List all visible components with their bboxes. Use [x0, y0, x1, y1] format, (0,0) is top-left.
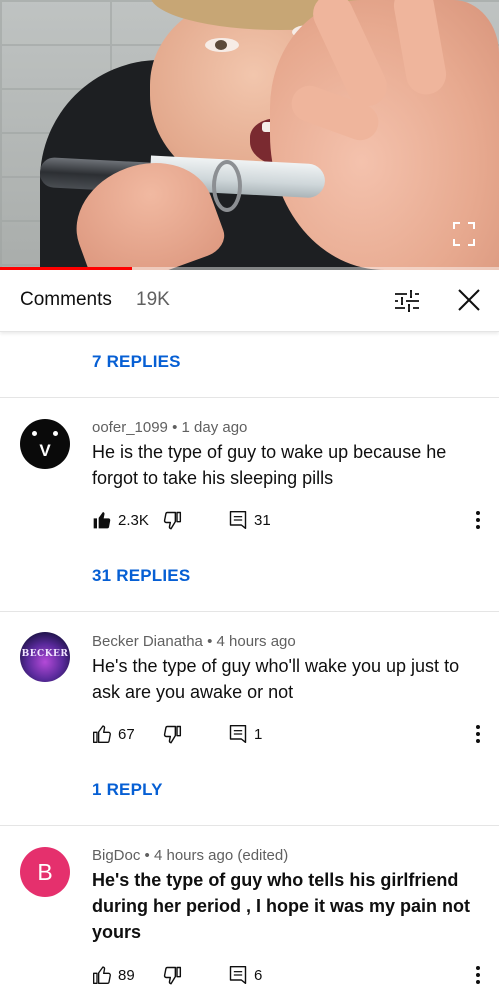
- view-replies-link[interactable]: 7 REPLIES: [92, 352, 181, 372]
- avatar-logo: BECKER: [21, 649, 69, 659]
- thumbs-up-icon: [93, 725, 111, 743]
- avatar-letter: V: [39, 441, 51, 460]
- comment-author[interactable]: Becker Dianatha: [92, 633, 203, 650]
- reply-button[interactable]: 31: [228, 508, 271, 532]
- reply-count: 31: [254, 511, 271, 529]
- thumbs-down-icon: [163, 966, 182, 985]
- reply-icon: [229, 724, 247, 744]
- comment-text: He is the type of guy to wake up because…: [92, 442, 447, 488]
- comment-meta: Becker Dianatha • 4 hours ago: [92, 633, 296, 650]
- reply-icon: [229, 510, 247, 530]
- like-count: 2.3K: [118, 511, 149, 529]
- meta-separator: •: [144, 847, 150, 864]
- like-count: 67: [118, 725, 135, 743]
- video-ring: [212, 160, 242, 212]
- comment-author[interactable]: oofer_1099: [92, 419, 168, 436]
- comment-meta: oofer_1099 • 1 day ago: [92, 419, 247, 436]
- comment-divider: [0, 397, 499, 398]
- fullscreen-icon[interactable]: [453, 222, 475, 246]
- like-button[interactable]: 89: [92, 963, 135, 987]
- more-vert-icon[interactable]: [468, 723, 488, 745]
- avatar[interactable]: V: [20, 419, 70, 469]
- comment-text: He's the type of guy who'll wake you up …: [92, 656, 460, 702]
- comment-actions: 89 6: [92, 963, 492, 987]
- comments-header: Comments 19K: [0, 270, 499, 332]
- thumbs-up-icon: [93, 966, 111, 984]
- reply-button[interactable]: 6: [228, 963, 262, 987]
- reply-button[interactable]: 1: [228, 722, 262, 746]
- video-player[interactable]: [0, 0, 499, 270]
- dislike-button[interactable]: [162, 963, 182, 987]
- dislike-button[interactable]: [162, 722, 182, 746]
- like-button[interactable]: 67: [92, 722, 135, 746]
- comment-actions: 67 1: [92, 722, 492, 746]
- view-replies-link[interactable]: 1 REPLY: [92, 780, 163, 800]
- close-icon[interactable]: [456, 287, 482, 313]
- video-person-eye-left: [205, 38, 239, 52]
- comment-divider: [0, 611, 499, 612]
- sort-filter-icon[interactable]: [392, 287, 422, 315]
- thumbs-down-icon: [163, 725, 182, 744]
- comment-text: He's the type of guy who tells his girlf…: [92, 870, 471, 942]
- comment-actions: 2.3K 31: [92, 508, 492, 532]
- dislike-button[interactable]: [162, 508, 182, 532]
- comment-meta: BigDoc • 4 hours ago (edited): [92, 847, 288, 864]
- like-button[interactable]: 2.3K: [92, 508, 149, 532]
- reply-count: 6: [254, 966, 263, 984]
- like-count: 89: [118, 966, 135, 984]
- view-replies-link[interactable]: 31 REPLIES: [92, 566, 190, 586]
- thumbs-up-icon: [93, 512, 111, 529]
- avatar[interactable]: BECKER: [20, 632, 70, 682]
- comment-time: 1 day ago: [181, 419, 248, 436]
- comment-author[interactable]: BigDoc: [92, 847, 140, 864]
- meta-separator: •: [172, 419, 178, 436]
- meta-separator: •: [207, 633, 213, 650]
- comment-time: 4 hours ago: [216, 633, 296, 650]
- comments-title: Comments: [20, 289, 112, 310]
- more-vert-icon[interactable]: [468, 509, 488, 531]
- more-vert-icon[interactable]: [468, 964, 488, 986]
- avatar[interactable]: B: [20, 847, 70, 897]
- reply-count: 1: [254, 725, 263, 743]
- thumbs-down-icon: [163, 511, 182, 530]
- comment-divider: [0, 825, 499, 826]
- avatar-letter: B: [37, 859, 53, 885]
- reply-icon: [229, 965, 247, 985]
- comment-time: 4 hours ago (edited): [153, 847, 289, 864]
- comments-count: 19K: [136, 289, 170, 310]
